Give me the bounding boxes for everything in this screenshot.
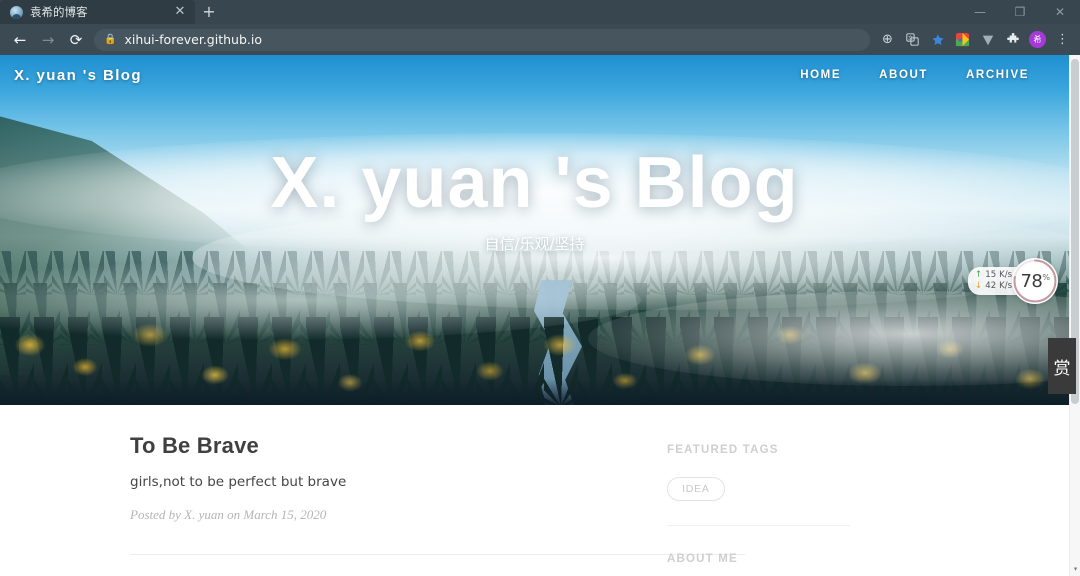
download-speed-unit: K/s: [999, 281, 1012, 291]
tab-strip: 袁希的博客 ✕ + — ❐ ✕: [0, 0, 1080, 24]
network-speed-widget[interactable]: ↑ 15 K/s ↓ 42 K/s 78%: [967, 258, 1058, 304]
browser-tab-active[interactable]: 袁希的博客 ✕: [0, 0, 195, 24]
profile-avatar-letter: 希: [1029, 31, 1046, 48]
gauge-value: 78%: [1020, 270, 1050, 292]
profile-avatar-icon[interactable]: 希: [1026, 28, 1049, 52]
hero-title: X. yuan 's Blog: [270, 142, 799, 223]
sidebar: FEATURED TAGS IDEA ABOUT ME: [645, 433, 935, 576]
site-logo[interactable]: X. yuan 's Blog: [14, 67, 142, 84]
site-navbar: X. yuan 's Blog HOME ABOUT ARCHIVE: [0, 55, 1069, 95]
bookmark-star-icon[interactable]: [926, 28, 949, 52]
back-arrow-icon[interactable]: ←: [6, 26, 34, 54]
lock-icon: 🔒: [104, 34, 117, 45]
nav-link-about[interactable]: ABOUT: [879, 69, 928, 81]
download-arrow-icon: ↓: [974, 281, 983, 291]
minimize-window-button[interactable]: —: [960, 0, 1000, 24]
nav-link-home[interactable]: HOME: [800, 69, 841, 81]
svg-text:文: 文: [908, 35, 913, 42]
upload-speed-unit: K/s: [999, 270, 1012, 280]
puzzle-extensions-icon[interactable]: [1001, 28, 1024, 52]
address-bar-url: xihui-forever.github.io: [124, 32, 262, 47]
upload-speed-value: 15: [985, 270, 997, 280]
tag-idea[interactable]: IDEA: [667, 477, 725, 501]
add-circle-icon[interactable]: ⊕: [876, 28, 899, 52]
avatar-favicon-icon: [10, 5, 23, 19]
tab-title: 袁希的博客: [30, 5, 88, 19]
about-me-heading: ABOUT ME: [667, 553, 738, 565]
close-window-button[interactable]: ✕: [1040, 0, 1080, 24]
reload-icon[interactable]: ⟳: [62, 26, 90, 54]
post-item: To Be Brave girls,not to be perfect but …: [130, 433, 645, 523]
translate-icon[interactable]: 文: [901, 28, 924, 52]
post-subtitle: girls,not to be perfect but brave: [130, 474, 347, 490]
sidebar-divider: [667, 525, 850, 526]
browser-toolbar: ← → ⟳ 🔒 xihui-forever.github.io ⊕ 文 希 ⋮: [0, 24, 1080, 55]
maximize-window-button[interactable]: ❐: [1000, 0, 1040, 24]
post-meta: Posted by X. yuan on March 15, 2020: [130, 507, 327, 522]
page-viewport: X. yuan 's Blog HOME ABOUT ARCHIVE X. yu…: [0, 55, 1080, 576]
browser-window: 袁希的博客 ✕ + — ❐ ✕ ← → ⟳ 🔒 xihui-forever.gi…: [0, 0, 1080, 576]
toolbar-icon-group: ⊕ 文 希 ⋮: [876, 28, 1074, 52]
featured-tags-heading: FEATURED TAGS: [667, 444, 779, 456]
download-speed-value: 42: [985, 281, 997, 291]
new-tab-button[interactable]: +: [195, 0, 223, 24]
vimium-v-icon[interactable]: [976, 28, 999, 52]
address-bar[interactable]: 🔒 xihui-forever.github.io: [94, 28, 870, 51]
page-content: To Be Brave girls,not to be perfect but …: [0, 405, 1069, 576]
post-title[interactable]: To Be Brave: [130, 433, 645, 459]
featured-tag-list: IDEA: [667, 477, 935, 501]
post-list: To Be Brave girls,not to be perfect but …: [0, 433, 745, 576]
hero-banner: X. yuan 's Blog HOME ABOUT ARCHIVE X. yu…: [0, 55, 1069, 405]
hero-subtitle: 自信/乐观/坚持: [484, 235, 585, 254]
page-scrollbar[interactable]: ▾: [1069, 55, 1080, 576]
window-controls: — ❐ ✕: [960, 0, 1080, 24]
reward-button[interactable]: 赏: [1048, 338, 1076, 394]
scrollbar-down-arrow-icon[interactable]: ▾: [1070, 564, 1080, 575]
forward-arrow-icon[interactable]: →: [34, 26, 62, 54]
nav-link-archive[interactable]: ARCHIVE: [966, 69, 1029, 81]
download-speed-row: ↓ 42 K/s: [975, 281, 1012, 292]
extension-color-icon[interactable]: [951, 28, 974, 52]
chrome-menu-icon[interactable]: ⋮: [1051, 28, 1074, 52]
nav-link-group: HOME ABOUT ARCHIVE: [800, 69, 1029, 81]
scroll-progress-gauge[interactable]: 78%: [1012, 258, 1058, 304]
gauge-unit: %: [1042, 272, 1050, 282]
close-tab-icon[interactable]: ✕: [173, 5, 187, 19]
upload-speed-row: ↑ 15 K/s: [975, 270, 1012, 281]
upload-arrow-icon: ↑: [974, 270, 983, 280]
hero-text-block: X. yuan 's Blog 自信/乐观/坚持: [0, 55, 1069, 405]
